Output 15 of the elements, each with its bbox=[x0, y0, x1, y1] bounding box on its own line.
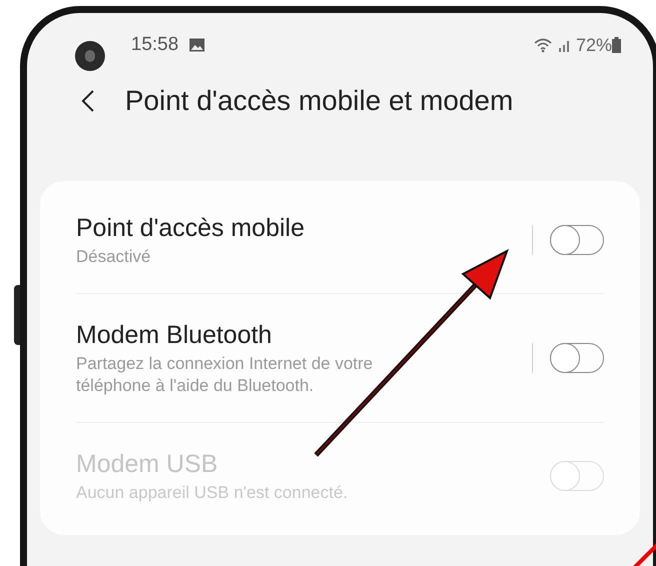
battery-percentage: 72% bbox=[576, 34, 612, 56]
status-time: 15:58 bbox=[131, 32, 179, 57]
setting-description: Partagez la connexion Internet de votre téléphone à l'aide du Bluetooth. bbox=[76, 353, 374, 397]
image-icon bbox=[188, 38, 205, 52]
toggle-switch[interactable] bbox=[550, 343, 604, 373]
battery-icon bbox=[612, 37, 621, 53]
left-side-key bbox=[14, 285, 20, 345]
setting-description: Désactivé bbox=[76, 246, 152, 268]
setting-title: Modem Bluetooth bbox=[76, 320, 273, 351]
setting-title: Modem USB bbox=[76, 449, 219, 480]
wifi-icon bbox=[534, 37, 554, 53]
page-title: Point d'accès mobile et modem bbox=[125, 84, 514, 118]
setting-title: Point d'accès mobile bbox=[76, 213, 306, 244]
toggle-switch[interactable] bbox=[550, 225, 604, 255]
camera-hole bbox=[75, 41, 105, 71]
